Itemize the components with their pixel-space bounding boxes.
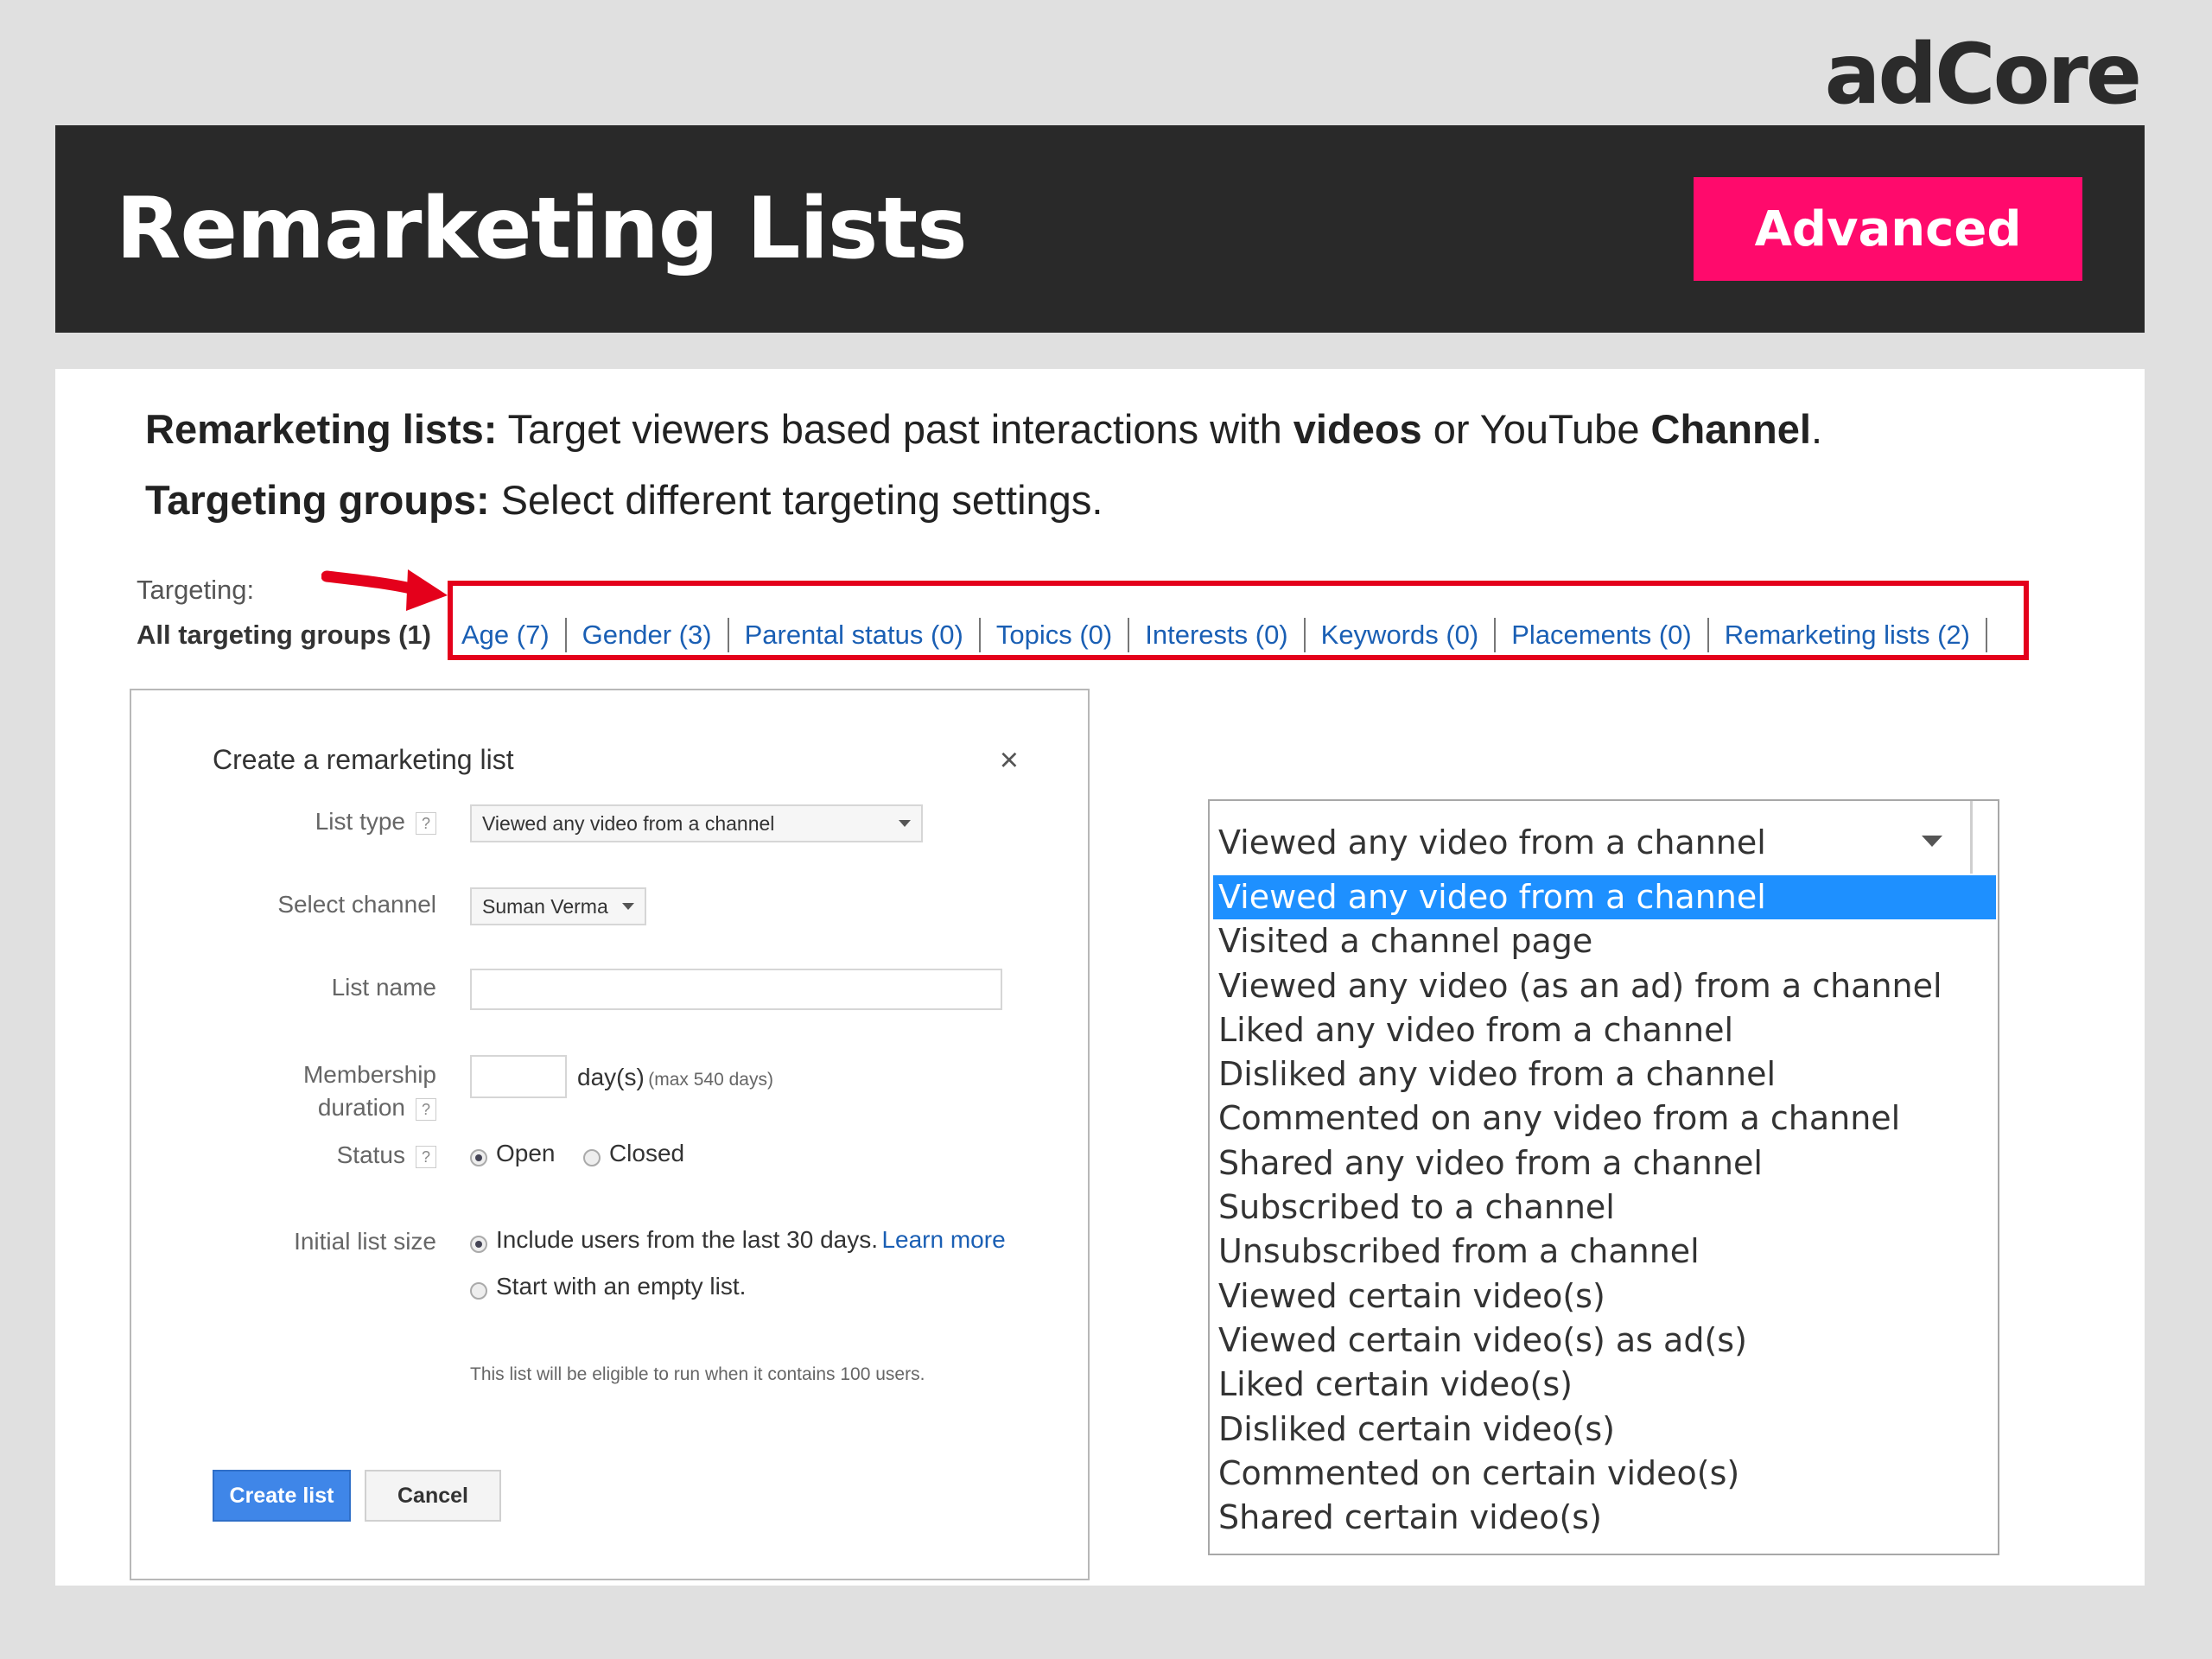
dropdown-option[interactable]: Liked certain video(s) [1213, 1363, 1996, 1407]
all-targeting-groups-tab[interactable]: All targeting groups (1) [137, 620, 431, 651]
status-closed-radio[interactable] [582, 1148, 601, 1166]
initial-size-option-2: Start with an empty list. [470, 1273, 746, 1300]
intro-text-c: . [1810, 406, 1822, 452]
chevron-down-icon [1922, 836, 1942, 847]
list-type-label: List type? [315, 808, 436, 836]
create-list-button[interactable]: Create list [213, 1470, 351, 1522]
title-bar: Remarketing Lists Advanced [55, 125, 2145, 333]
dropdown-option[interactable]: Liked any video from a channel [1213, 1008, 1996, 1052]
help-icon[interactable]: ? [416, 811, 436, 835]
dropdown-selected-value: Viewed any video from a channel [1218, 823, 1766, 861]
close-icon[interactable]: × [1000, 742, 1019, 779]
membership-unit: day(s) (max 540 days) [577, 1064, 773, 1091]
list-type-value: Viewed any video from a channel [482, 811, 775, 835]
list-name-input[interactable] [470, 969, 1002, 1010]
initial-list-size-label: Initial list size [294, 1228, 436, 1255]
intro-bold-videos: videos [1293, 406, 1422, 452]
dropdown-option[interactable]: Disliked any video from a channel [1213, 1052, 1996, 1096]
intro-text-a: Target viewers based past interactions w… [497, 406, 1294, 452]
membership-label-line2: duration [317, 1094, 405, 1121]
dropdown-option[interactable]: Viewed any video from a channel [1213, 875, 1996, 920]
content-panel: Remarketing lists: Target viewers based … [55, 369, 2145, 1586]
dropdown-option[interactable]: Disliked certain video(s) [1213, 1408, 1996, 1452]
adcore-logo: adCore [1824, 26, 2142, 123]
learn-more-link[interactable]: Learn more [881, 1226, 1005, 1253]
targeting-label: Targeting: [137, 575, 255, 605]
term-remarketing-lists: Remarketing lists: [145, 406, 498, 452]
intro-remarketing-lists: Remarketing lists: Target viewers based … [145, 405, 1822, 453]
membership-duration-label: Membership duration? [303, 1058, 436, 1124]
tab-placements[interactable]: Placements (0) [1496, 618, 1709, 652]
empty-list-radio[interactable] [470, 1281, 487, 1300]
chevron-down-icon [899, 820, 911, 827]
page-title: Remarketing Lists [116, 180, 968, 278]
dropdown-options: Viewed any video from a channel Visited … [1213, 875, 1996, 1540]
tab-keywords[interactable]: Keywords (0) [1306, 618, 1497, 652]
dialog-title: Create a remarketing list [213, 744, 514, 775]
dropdown-option[interactable]: Viewed certain video(s) as ad(s) [1213, 1319, 1996, 1363]
days-unit: day(s) [577, 1064, 645, 1090]
term-targeting-groups: Targeting groups: [145, 477, 490, 523]
create-remarketing-list-dialog: Create a remarketing list × List type? V… [130, 689, 1090, 1580]
dropdown-option[interactable]: Commented on certain video(s) [1213, 1452, 1996, 1496]
select-channel-value: Suman Verma [482, 894, 608, 918]
dropdown-option[interactable]: Viewed any video (as an ad) from a chann… [1213, 964, 1996, 1008]
status-open-radio[interactable] [470, 1148, 487, 1166]
intro-targeting-groups: Targeting groups: Select different targe… [145, 476, 1103, 524]
help-icon[interactable]: ? [416, 1097, 436, 1121]
initial-size-option-1: Include users from the last 30 days. Lea… [470, 1226, 1006, 1254]
eligibility-note: This list will be eligible to run when i… [470, 1364, 925, 1384]
dropdown-header[interactable]: Viewed any video from a channel [1210, 801, 1973, 874]
targeting-tabs: Age (7) Gender (3) Parental status (0) T… [461, 618, 1987, 652]
tab-interests[interactable]: Interests (0) [1129, 618, 1306, 652]
tab-remarketing-lists[interactable]: Remarketing lists (2) [1709, 618, 1987, 652]
empty-list-label: Start with an empty list. [496, 1273, 747, 1300]
membership-duration-input[interactable] [470, 1055, 567, 1098]
dropdown-option[interactable]: Viewed certain video(s) [1213, 1274, 1996, 1319]
advanced-badge: Advanced [1694, 177, 2082, 281]
list-type-select[interactable]: Viewed any video from a channel [470, 804, 923, 842]
chevron-down-icon [622, 903, 634, 910]
select-channel-label: Select channel [277, 891, 436, 918]
dropdown-option[interactable]: Visited a channel page [1213, 919, 1996, 963]
include-users-label: Include users from the last 30 days. [496, 1226, 878, 1253]
intro-text-b: or YouTube [1421, 406, 1651, 452]
status-closed-label: Closed [608, 1140, 685, 1166]
list-type-dropdown[interactable]: Viewed any video from a channel Viewed a… [1208, 799, 1999, 1555]
include-users-radio[interactable] [470, 1235, 487, 1253]
tab-parental-status[interactable]: Parental status (0) [729, 618, 981, 652]
dropdown-option[interactable]: Unsubscribed from a channel [1213, 1230, 1996, 1274]
dropdown-option[interactable]: Commented on any video from a channel [1213, 1096, 1996, 1141]
dropdown-option[interactable]: Shared any video from a channel [1213, 1141, 1996, 1185]
status-open-label: Open [496, 1140, 556, 1166]
tab-age[interactable]: Age (7) [461, 618, 567, 652]
max-days-note: (max 540 days) [648, 1070, 773, 1090]
tab-gender[interactable]: Gender (3) [567, 618, 729, 652]
red-arrow-icon [321, 569, 448, 611]
tab-topics[interactable]: Topics (0) [981, 618, 1130, 652]
intro-text-targeting: Select different targeting settings. [489, 477, 1103, 523]
help-icon[interactable]: ? [416, 1145, 436, 1168]
intro-bold-channel: Channel [1650, 406, 1811, 452]
dropdown-option[interactable]: Shared certain video(s) [1213, 1496, 1996, 1540]
list-name-label: List name [331, 974, 436, 1001]
dropdown-option[interactable]: Subscribed to a channel [1213, 1185, 1996, 1230]
select-channel-select[interactable]: Suman Verma [470, 887, 646, 925]
status-options: Open Closed [470, 1140, 684, 1167]
membership-label-line1: Membership [302, 1061, 436, 1088]
status-label: Status? [337, 1141, 436, 1169]
cancel-button[interactable]: Cancel [365, 1470, 501, 1522]
